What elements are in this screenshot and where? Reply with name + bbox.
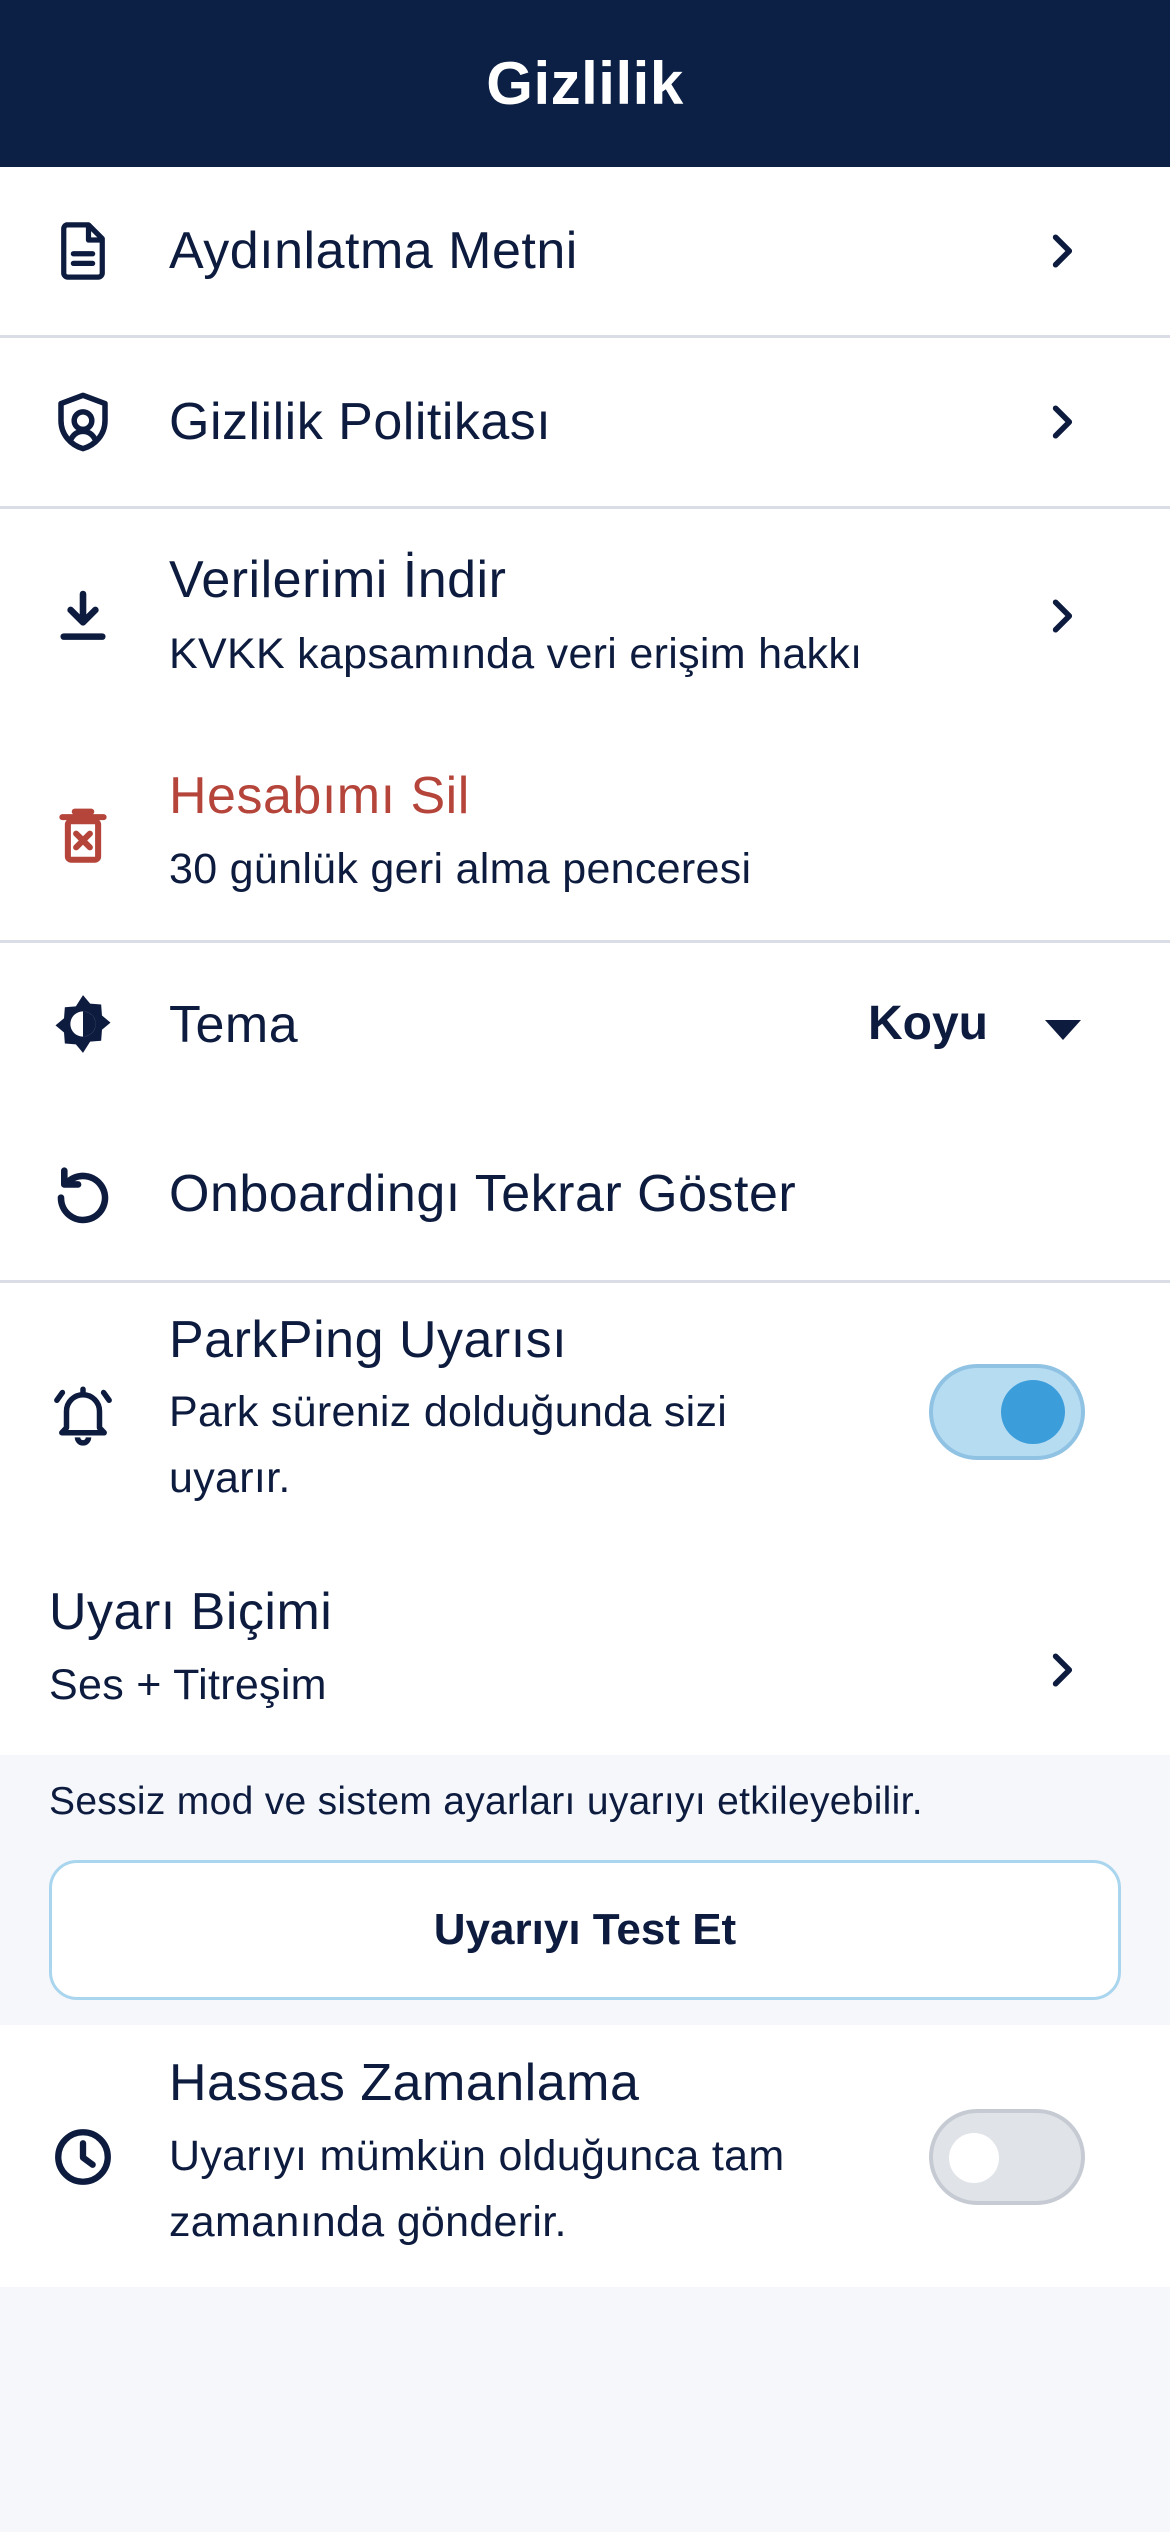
menu-item-aydinlatma[interactable]: Aydınlatma Metni (0, 167, 1170, 335)
parkping-toggle[interactable] (929, 1364, 1085, 1460)
menu-item-hassas-zamanlama: Hassas Zamanlama Uyarıyı mümkün olduğunc… (0, 2025, 1170, 2287)
menu-item-value: Ses + Titreşim (49, 1661, 327, 1709)
test-alert-button[interactable]: Uyarıyı Test Et (49, 1860, 1121, 2000)
chevron-right-icon (1040, 400, 1084, 444)
menu-item-label: Tema (169, 996, 299, 1054)
menu-item-label: Onboardingı Tekrar Göster (169, 1165, 797, 1223)
bell-icon (50, 1381, 116, 1447)
download-icon (50, 583, 116, 649)
menu-item-subtitle: KVKK kapsamında veri erişim hakkı (169, 630, 863, 678)
menu-item-label: Hassas Zamanlama (169, 2054, 640, 2112)
menu-item-subtitle: Uyarıyı mümkün olduğunca tam zamanında g… (169, 2132, 785, 2246)
menu-item-label: Uyarı Biçimi (49, 1583, 333, 1641)
info-text: Sessiz mod ve sistem ayarları uyarıyı et… (49, 1780, 923, 1823)
menu-item-onboarding[interactable]: Onboardingı Tekrar Göster (0, 1110, 1170, 1280)
trash-icon (50, 802, 116, 868)
caret-down-icon[interactable] (1043, 1018, 1083, 1042)
chevron-right-icon (1040, 594, 1084, 638)
menu-item-label: Hesabımı Sil (169, 767, 470, 825)
menu-item-label: ParkPing Uyarısı (169, 1311, 568, 1369)
menu-item-politika[interactable]: Gizlilik Politikası (0, 338, 1170, 506)
menu-item-hesabimi-sil[interactable]: Hesabımı Sil 30 günlük geri alma pencere… (0, 724, 1170, 940)
document-icon (50, 218, 116, 284)
menu-item-uyari-bicimi[interactable]: Uyarı Biçimi Ses + Titreşim (0, 1548, 1170, 1755)
toggle-knob (949, 2133, 999, 2183)
chevron-right-icon (1040, 1648, 1084, 1692)
menu-item-subtitle: Park süreniz dolduğunda sizi uyarır. (169, 1388, 728, 1502)
theme-dropdown-value[interactable]: Koyu (868, 996, 988, 1051)
menu-item-tema[interactable]: Tema (0, 943, 1170, 1110)
chevron-right-icon (1040, 229, 1084, 273)
menu-item-subtitle: 30 günlük geri alma penceresi (169, 845, 752, 893)
menu-item-verilerimi-indir[interactable]: Verilerimi İndir KVKK kapsamında veri er… (0, 509, 1170, 724)
shield-icon (50, 389, 116, 455)
toggle-knob (1001, 1380, 1065, 1444)
app-header: Gizlilik (0, 0, 1170, 167)
menu-item-label: Aydınlatma Metni (169, 222, 578, 280)
menu-item-label: Gizlilik Politikası (169, 393, 552, 451)
clock-icon (50, 2124, 116, 2190)
theme-icon (50, 991, 116, 1057)
menu-item-parkping-uyarisi: ParkPing Uyarısı Park süreniz dolduğunda… (0, 1283, 1170, 1548)
page-title: Gizlilik (486, 50, 684, 117)
menu-item-label: Verilerimi İndir (169, 551, 507, 609)
precise-timing-toggle[interactable] (929, 2109, 1085, 2205)
replay-icon (50, 1163, 116, 1229)
